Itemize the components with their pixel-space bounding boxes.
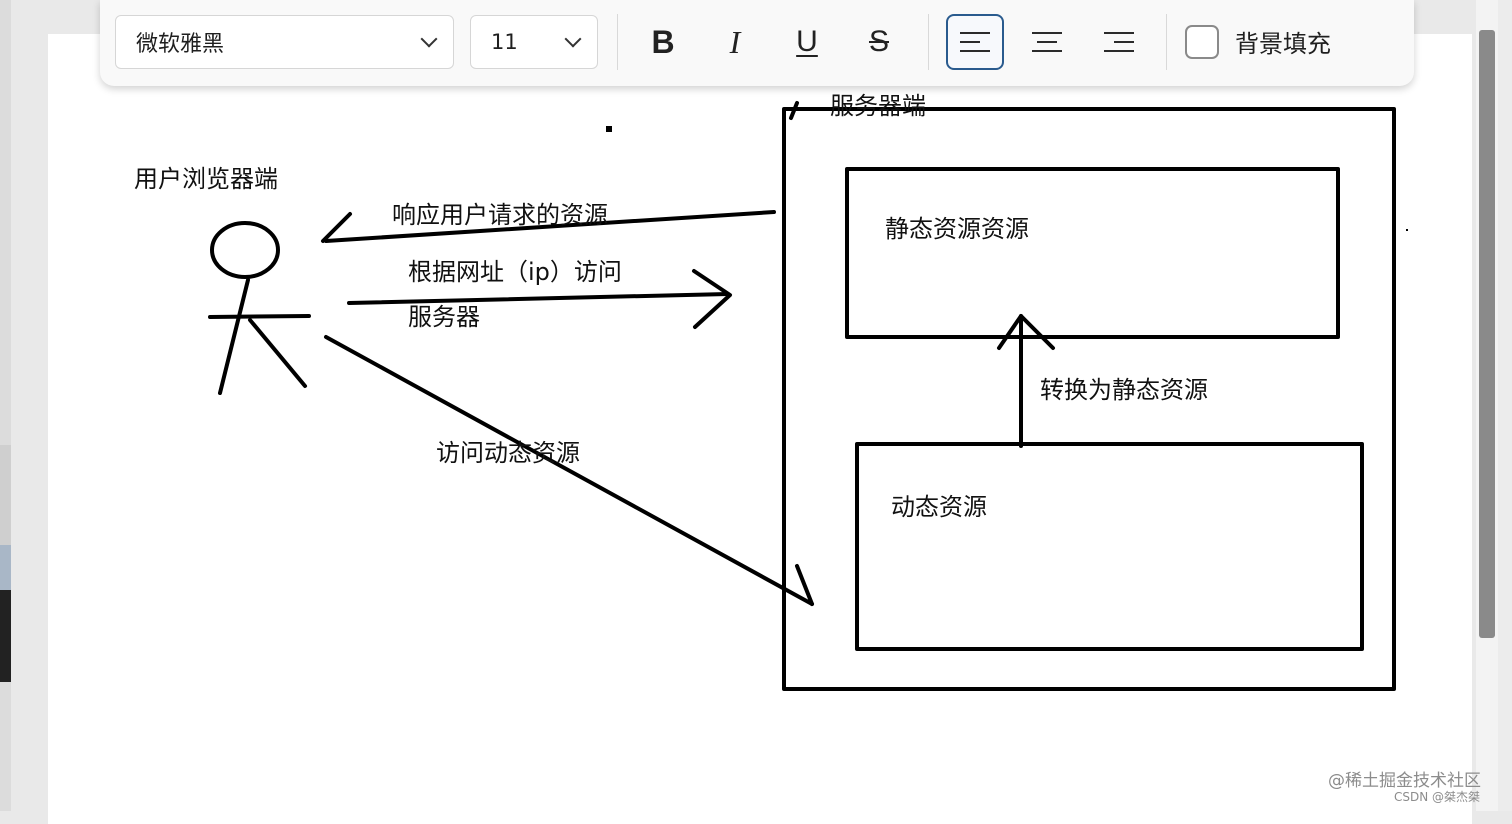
request-label-line1: 根据网址（ip）访问 <box>408 258 622 286</box>
strikethrough-button[interactable]: S <box>850 14 908 70</box>
strikethrough-icon: S <box>868 25 889 58</box>
chevron-down-icon <box>564 30 582 48</box>
server-label-mark <box>789 101 799 120</box>
toolbar-divider <box>928 14 929 70</box>
align-left-button[interactable] <box>946 14 1004 70</box>
stick-figure-arms <box>208 314 311 319</box>
browser-label: 用户浏览器端 <box>134 165 278 193</box>
dynamic-access-arrow-line <box>324 335 814 606</box>
dynamic-resource-box <box>855 442 1364 651</box>
stick-figure-body <box>218 278 250 395</box>
response-label: 响应用户请求的资源 <box>392 201 608 229</box>
font-family-select[interactable]: 微软雅黑 <box>115 15 454 69</box>
request-arrowhead <box>692 269 732 329</box>
text-format-toolbar: 微软雅黑 11 B I U S 背景填充 <box>100 0 1414 86</box>
stray-dot-small <box>1406 229 1408 231</box>
dynamic-box-label: 动态资源 <box>891 493 987 521</box>
toolbar-divider <box>1166 14 1167 70</box>
align-center-icon <box>1032 32 1062 52</box>
stick-figure-leg <box>248 318 307 388</box>
toolbar-divider <box>617 14 618 70</box>
convert-label: 转换为静态资源 <box>1040 376 1208 404</box>
align-center-button[interactable] <box>1018 14 1076 70</box>
font-size-select[interactable]: 11 <box>470 15 598 69</box>
underline-icon: U <box>796 25 818 58</box>
watermark-csdn: CSDN @桀杰桀 <box>1394 790 1481 804</box>
font-size-value: 11 <box>491 30 518 54</box>
italic-button[interactable]: I <box>706 14 764 70</box>
static-resource-box <box>845 167 1340 339</box>
static-box-label: 静态资源资源 <box>885 215 1029 243</box>
align-right-button[interactable] <box>1090 14 1148 70</box>
request-label-line2: 服务器 <box>408 303 480 331</box>
align-left-icon <box>960 32 990 52</box>
font-family-value: 微软雅黑 <box>136 32 225 57</box>
bold-button[interactable]: B <box>634 14 692 70</box>
bold-icon: B <box>651 23 675 60</box>
stray-dot <box>606 126 612 132</box>
response-arrowhead <box>321 212 352 243</box>
italic-icon: I <box>729 23 741 60</box>
chevron-down-icon <box>420 30 438 48</box>
server-label: 服务器端 <box>830 92 926 120</box>
background-fill-label: 背景填充 <box>1235 30 1331 58</box>
background-fill-checkbox[interactable] <box>1185 25 1219 59</box>
diagram-strokes <box>208 101 1408 691</box>
dynamic-access-label: 访问动态资源 <box>436 439 580 467</box>
align-right-icon <box>1104 32 1134 52</box>
underline-button[interactable]: U <box>778 14 836 70</box>
request-arrow-line <box>347 292 730 305</box>
convert-arrowhead <box>997 314 1055 350</box>
stick-figure-head <box>210 221 280 279</box>
